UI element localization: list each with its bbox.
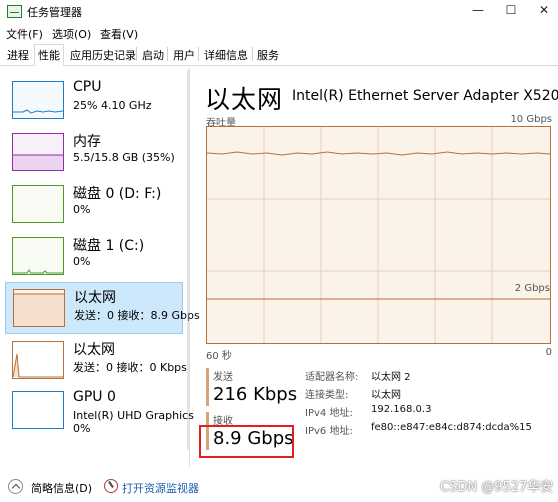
property-value: fe80::e847:e84c:d874:dcda%15 bbox=[371, 422, 532, 433]
send-stat: 发送 216 Kbps bbox=[206, 368, 297, 406]
property-value: 以太网 2 bbox=[371, 372, 411, 383]
ethernet-thumbnail-graph bbox=[13, 289, 65, 327]
adapter-name: Intel(R) Ethernet Server Adapter X520-1 bbox=[292, 88, 558, 104]
disk-thumbnail-graph bbox=[12, 185, 64, 223]
tab-separator bbox=[136, 47, 137, 61]
graph-zero: 0 bbox=[545, 347, 552, 358]
page-title: 以太网 bbox=[205, 85, 284, 114]
chevron-up-icon[interactable] bbox=[8, 479, 23, 494]
sidebar-item-title: GPU 0 bbox=[73, 389, 116, 405]
ethernet-thumbnail-graph bbox=[12, 341, 64, 379]
tab-performance[interactable]: 性能 bbox=[34, 44, 64, 66]
property-value: 以太网 bbox=[371, 390, 401, 401]
property-key: 适配器名称: bbox=[305, 372, 359, 383]
tab-startup[interactable]: 启动 bbox=[139, 47, 167, 63]
receive-highlight-box bbox=[199, 425, 294, 458]
sidebar-item-disk-1[interactable]: 磁盘 1 (C:) 0% bbox=[5, 231, 183, 283]
tab-separator bbox=[198, 47, 199, 61]
tab-separator bbox=[252, 47, 253, 61]
sidebar-item-title: CPU bbox=[73, 79, 102, 95]
sidebar-item-subtitle: 发送：0 接收：0 Kbps bbox=[73, 361, 187, 374]
tab-details[interactable]: 详细信息 bbox=[201, 47, 251, 63]
tab-services[interactable]: 服务 bbox=[254, 47, 282, 63]
send-value: 216 Kbps bbox=[213, 384, 298, 405]
tab-bar: 进程 性能 应用历史记录 启动 用户 详细信息 服务 bbox=[0, 44, 558, 66]
menu-file[interactable]: 文件(F) bbox=[6, 26, 43, 42]
minimize-button[interactable]: — bbox=[464, 0, 492, 22]
property-key: IPv6 地址: bbox=[305, 426, 353, 437]
window-title: 任务管理器 bbox=[27, 6, 82, 19]
title-bar: 任务管理器 — ☐ ✕ bbox=[0, 0, 558, 24]
tab-separator bbox=[167, 47, 168, 61]
sidebar-item-title: 磁盘 0 (D: F:) bbox=[73, 186, 162, 202]
property-value: 192.168.0.3 bbox=[371, 404, 432, 415]
sidebar-item-subtitle: 25% 4.10 GHz bbox=[73, 99, 152, 112]
fewer-details-button[interactable]: 简略信息(D) bbox=[31, 480, 92, 496]
memory-thumbnail-graph bbox=[12, 133, 64, 171]
throughput-graph bbox=[206, 126, 551, 344]
menu-bar: 文件(F) 选项(O) 查看(V) bbox=[0, 24, 558, 42]
sidebar-item-memory[interactable]: 内存 5.5/15.8 GB (35%) bbox=[5, 127, 183, 179]
cpu-thumbnail-graph bbox=[12, 81, 64, 119]
sidebar-item-cpu[interactable]: CPU 25% 4.10 GHz bbox=[5, 75, 183, 127]
sidebar-item-title: 以太网 bbox=[74, 290, 116, 306]
sidebar-item-subtitle: 5.5/15.8 GB (35%) bbox=[73, 151, 175, 164]
sidebar-item-value: 0% bbox=[73, 422, 91, 435]
sidebar-item-ethernet-active[interactable]: 以太网 发送：0 接收：8.9 Gbps bbox=[5, 282, 200, 334]
task-manager-app-icon bbox=[7, 5, 22, 18]
graph-mid-scale: 2 Gbps bbox=[514, 283, 550, 294]
sidebar-item-subtitle: 0% bbox=[73, 255, 91, 268]
close-button[interactable]: ✕ bbox=[530, 0, 558, 22]
open-resource-monitor-link[interactable]: 打开资源监视器 bbox=[122, 480, 199, 496]
resource-monitor-icon[interactable] bbox=[104, 479, 118, 493]
sidebar-item-gpu-0[interactable]: GPU 0 Intel(R) UHD Graphics 0% bbox=[5, 385, 194, 437]
send-label: 发送 bbox=[213, 372, 233, 383]
disk-thumbnail-graph bbox=[12, 237, 64, 275]
sidebar-item-title: 磁盘 1 (C:) bbox=[73, 238, 145, 254]
tab-app-history[interactable]: 应用历史记录 bbox=[67, 47, 139, 63]
sidebar-item-subtitle: 0% bbox=[73, 203, 91, 216]
menu-options[interactable]: 选项(O) bbox=[52, 26, 91, 42]
property-key: 连接类型: bbox=[305, 390, 349, 401]
sidebar-item-subtitle: Intel(R) UHD Graphics bbox=[73, 409, 194, 422]
maximize-button[interactable]: ☐ bbox=[497, 0, 525, 22]
property-key: IPv4 地址: bbox=[305, 408, 353, 419]
sidebar-item-title: 内存 bbox=[73, 134, 101, 150]
graph-max-scale: 10 Gbps bbox=[510, 114, 552, 125]
tab-users[interactable]: 用户 bbox=[170, 47, 198, 63]
graph-time-span: 60 秒 bbox=[206, 351, 232, 362]
throughput-graph-svg bbox=[207, 127, 550, 343]
sidebar-item-title: 以太网 bbox=[73, 342, 115, 358]
sidebar-scrollbar[interactable] bbox=[186, 70, 190, 450]
tab-processes[interactable]: 进程 bbox=[4, 47, 32, 63]
sidebar-item-disk-0[interactable]: 磁盘 0 (D: F:) 0% bbox=[5, 179, 183, 231]
watermark: CSDN @9527华安 bbox=[440, 480, 554, 495]
sidebar-item-ethernet-2[interactable]: 以太网 发送：0 接收：0 Kbps bbox=[5, 335, 187, 387]
sidebar-item-subtitle: 发送：0 接收：8.9 Gbps bbox=[74, 309, 200, 322]
performance-sidebar: CPU 25% 4.10 GHz 内存 5.5/15.8 GB (35%) 磁盘… bbox=[0, 67, 200, 467]
menu-view[interactable]: 查看(V) bbox=[100, 26, 138, 42]
gpu-thumbnail-graph bbox=[12, 391, 64, 429]
